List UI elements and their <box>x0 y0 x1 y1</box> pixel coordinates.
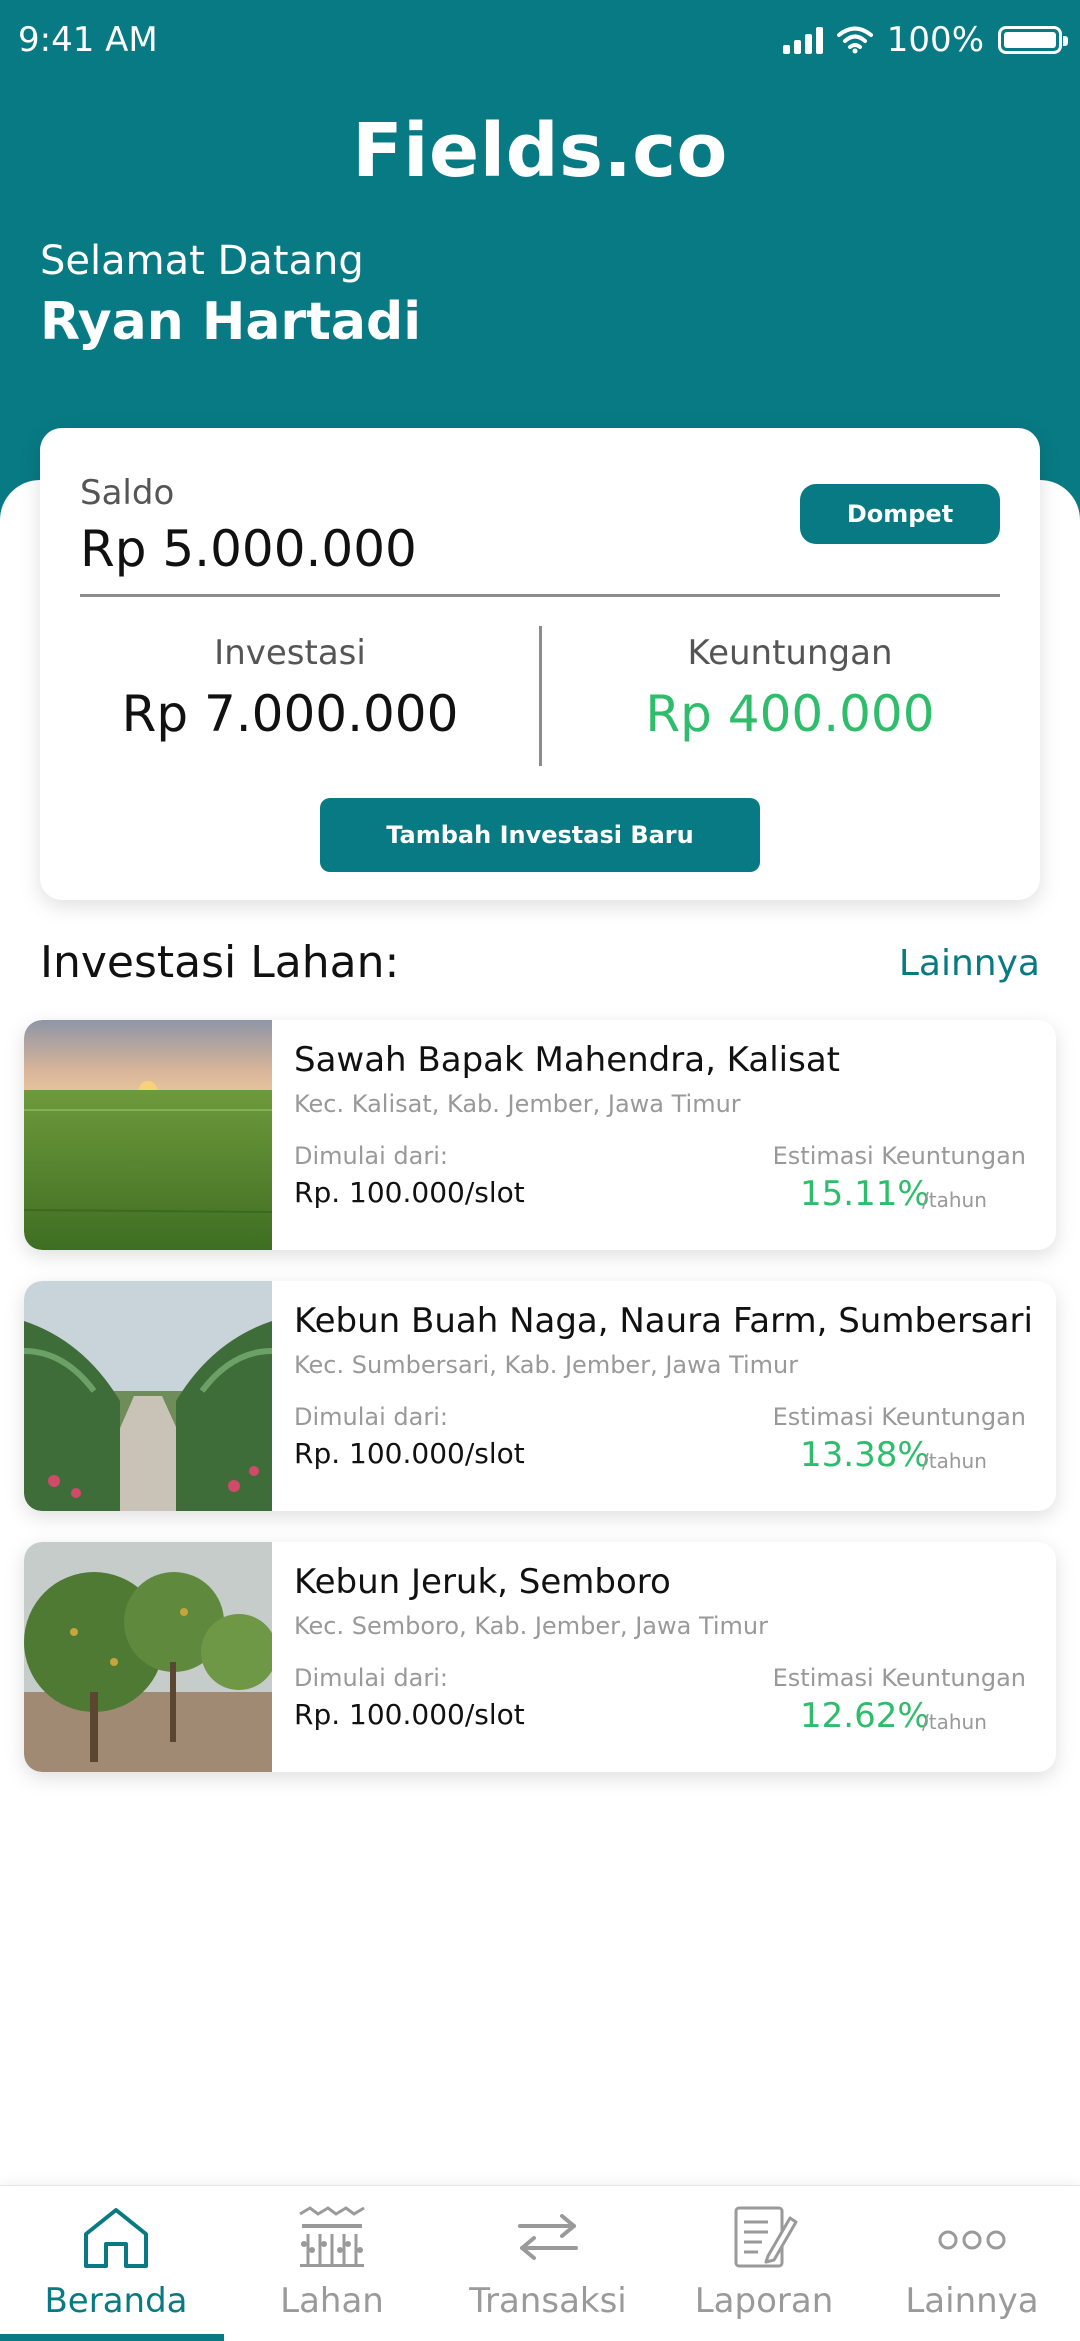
signal-icon <box>782 26 823 54</box>
nav-label-transaksi: Transaksi <box>469 2281 627 2321</box>
estimate-unit: /tahun <box>922 1188 987 1212</box>
investment-location: Kec. Kalisat, Kab. Jember, Jawa Timur <box>294 1090 741 1118</box>
report-icon <box>734 2206 798 2268</box>
nav-item-lahan[interactable]: Lahan <box>224 2186 440 2341</box>
nav-label-beranda: Beranda <box>44 2281 188 2321</box>
profit-summary: Keuntungan Rp 400.000 <box>560 633 1020 743</box>
nav-label-lahan: Lahan <box>280 2281 384 2321</box>
investasi-label: Investasi <box>214 633 366 673</box>
status-indicators: 100% <box>782 20 1068 60</box>
investment-title: Kebun Buah Naga, Naura Farm, Sumbersari <box>294 1301 1033 1341</box>
start-price: Rp. 100.000/slot <box>294 1698 525 1731</box>
status-time: 9:41 AM <box>18 20 158 60</box>
nav-item-lainnya[interactable]: Lainnya <box>864 2186 1080 2341</box>
bottom-nav: Beranda Lahan Transaksi Laporan Lainnya <box>0 2185 1080 2341</box>
estimate-label: Estimasi Keuntungan <box>772 1142 1026 1170</box>
start-label: Dimulai dari: <box>294 1403 448 1431</box>
investment-card[interactable]: Kebun Buah Naga, Naura Farm, Sumbersari … <box>24 1281 1056 1511</box>
investment-photo-rice-field <box>24 1020 272 1250</box>
investment-photo-dragon-fruit <box>24 1281 272 1511</box>
investment-location: Kec. Semboro, Kab. Jember, Jawa Timur <box>294 1612 768 1640</box>
estimate-rate: 12.62% <box>800 1696 930 1736</box>
estimate-rate: 13.38% <box>800 1435 930 1475</box>
section-title: Investasi Lahan: <box>40 937 400 988</box>
estimate-unit: /tahun <box>922 1710 987 1734</box>
more-link[interactable]: Lainnya <box>899 943 1040 984</box>
estimate-rate: 15.11% <box>800 1174 930 1214</box>
saldo-label: Saldo <box>80 473 175 513</box>
status-bar: 9:41 AM 100% <box>18 18 1068 62</box>
start-price: Rp. 100.000/slot <box>294 1437 525 1470</box>
estimate-unit: /tahun <box>922 1449 987 1473</box>
transfer-icon <box>518 2214 578 2260</box>
battery-icon <box>998 26 1068 54</box>
start-label: Dimulai dari: <box>294 1664 448 1692</box>
investment-title: Sawah Bapak Mahendra, Kalisat <box>294 1040 840 1080</box>
investment-title: Kebun Jeruk, Semboro <box>294 1562 671 1602</box>
balance-card: Saldo Rp 5.000.000 Dompet Investasi Rp 7… <box>40 428 1040 900</box>
investment-card[interactable]: Kebun Jeruk, Semboro Kec. Semboro, Kab. … <box>24 1542 1056 1772</box>
user-name: Ryan Hartadi <box>40 292 422 352</box>
saldo-value: Rp 5.000.000 <box>80 520 417 578</box>
wifi-icon <box>836 26 873 54</box>
home-icon <box>84 2208 148 2268</box>
nav-label-lainnya: Lainnya <box>905 2281 1039 2321</box>
investment-photo-orange-orchard <box>24 1542 272 1772</box>
investasi-value: Rp 7.000.000 <box>121 685 459 743</box>
nav-item-beranda[interactable]: Beranda <box>8 2186 224 2341</box>
estimate-label: Estimasi Keuntungan <box>772 1664 1026 1692</box>
investment-location: Kec. Sumbersari, Kab. Jember, Jawa Timur <box>294 1351 799 1379</box>
welcome-text: Selamat Datang <box>40 238 364 284</box>
nav-item-laporan[interactable]: Laporan <box>656 2186 872 2341</box>
field-icon <box>299 2206 365 2267</box>
keuntungan-label: Keuntungan <box>687 633 893 673</box>
app-brand: Fields.co <box>352 108 728 194</box>
add-investment-button[interactable]: Tambah Investasi Baru <box>320 798 760 872</box>
nav-item-transaksi[interactable]: Transaksi <box>440 2186 656 2341</box>
start-price: Rp. 100.000/slot <box>294 1176 525 1209</box>
keuntungan-value: Rp 400.000 <box>645 685 935 743</box>
card-divider <box>80 594 1000 597</box>
wallet-button[interactable]: Dompet <box>800 484 1000 544</box>
investment-summary: Investasi Rp 7.000.000 <box>60 633 520 743</box>
nav-label-laporan: Laporan <box>694 2281 834 2321</box>
battery-percent: 100% <box>886 20 984 60</box>
more-icon <box>938 2230 1006 2250</box>
estimate-label: Estimasi Keuntungan <box>772 1403 1026 1431</box>
summary-divider <box>539 626 542 766</box>
start-label: Dimulai dari: <box>294 1142 448 1170</box>
investment-card[interactable]: Sawah Bapak Mahendra, Kalisat Kec. Kalis… <box>24 1020 1056 1250</box>
